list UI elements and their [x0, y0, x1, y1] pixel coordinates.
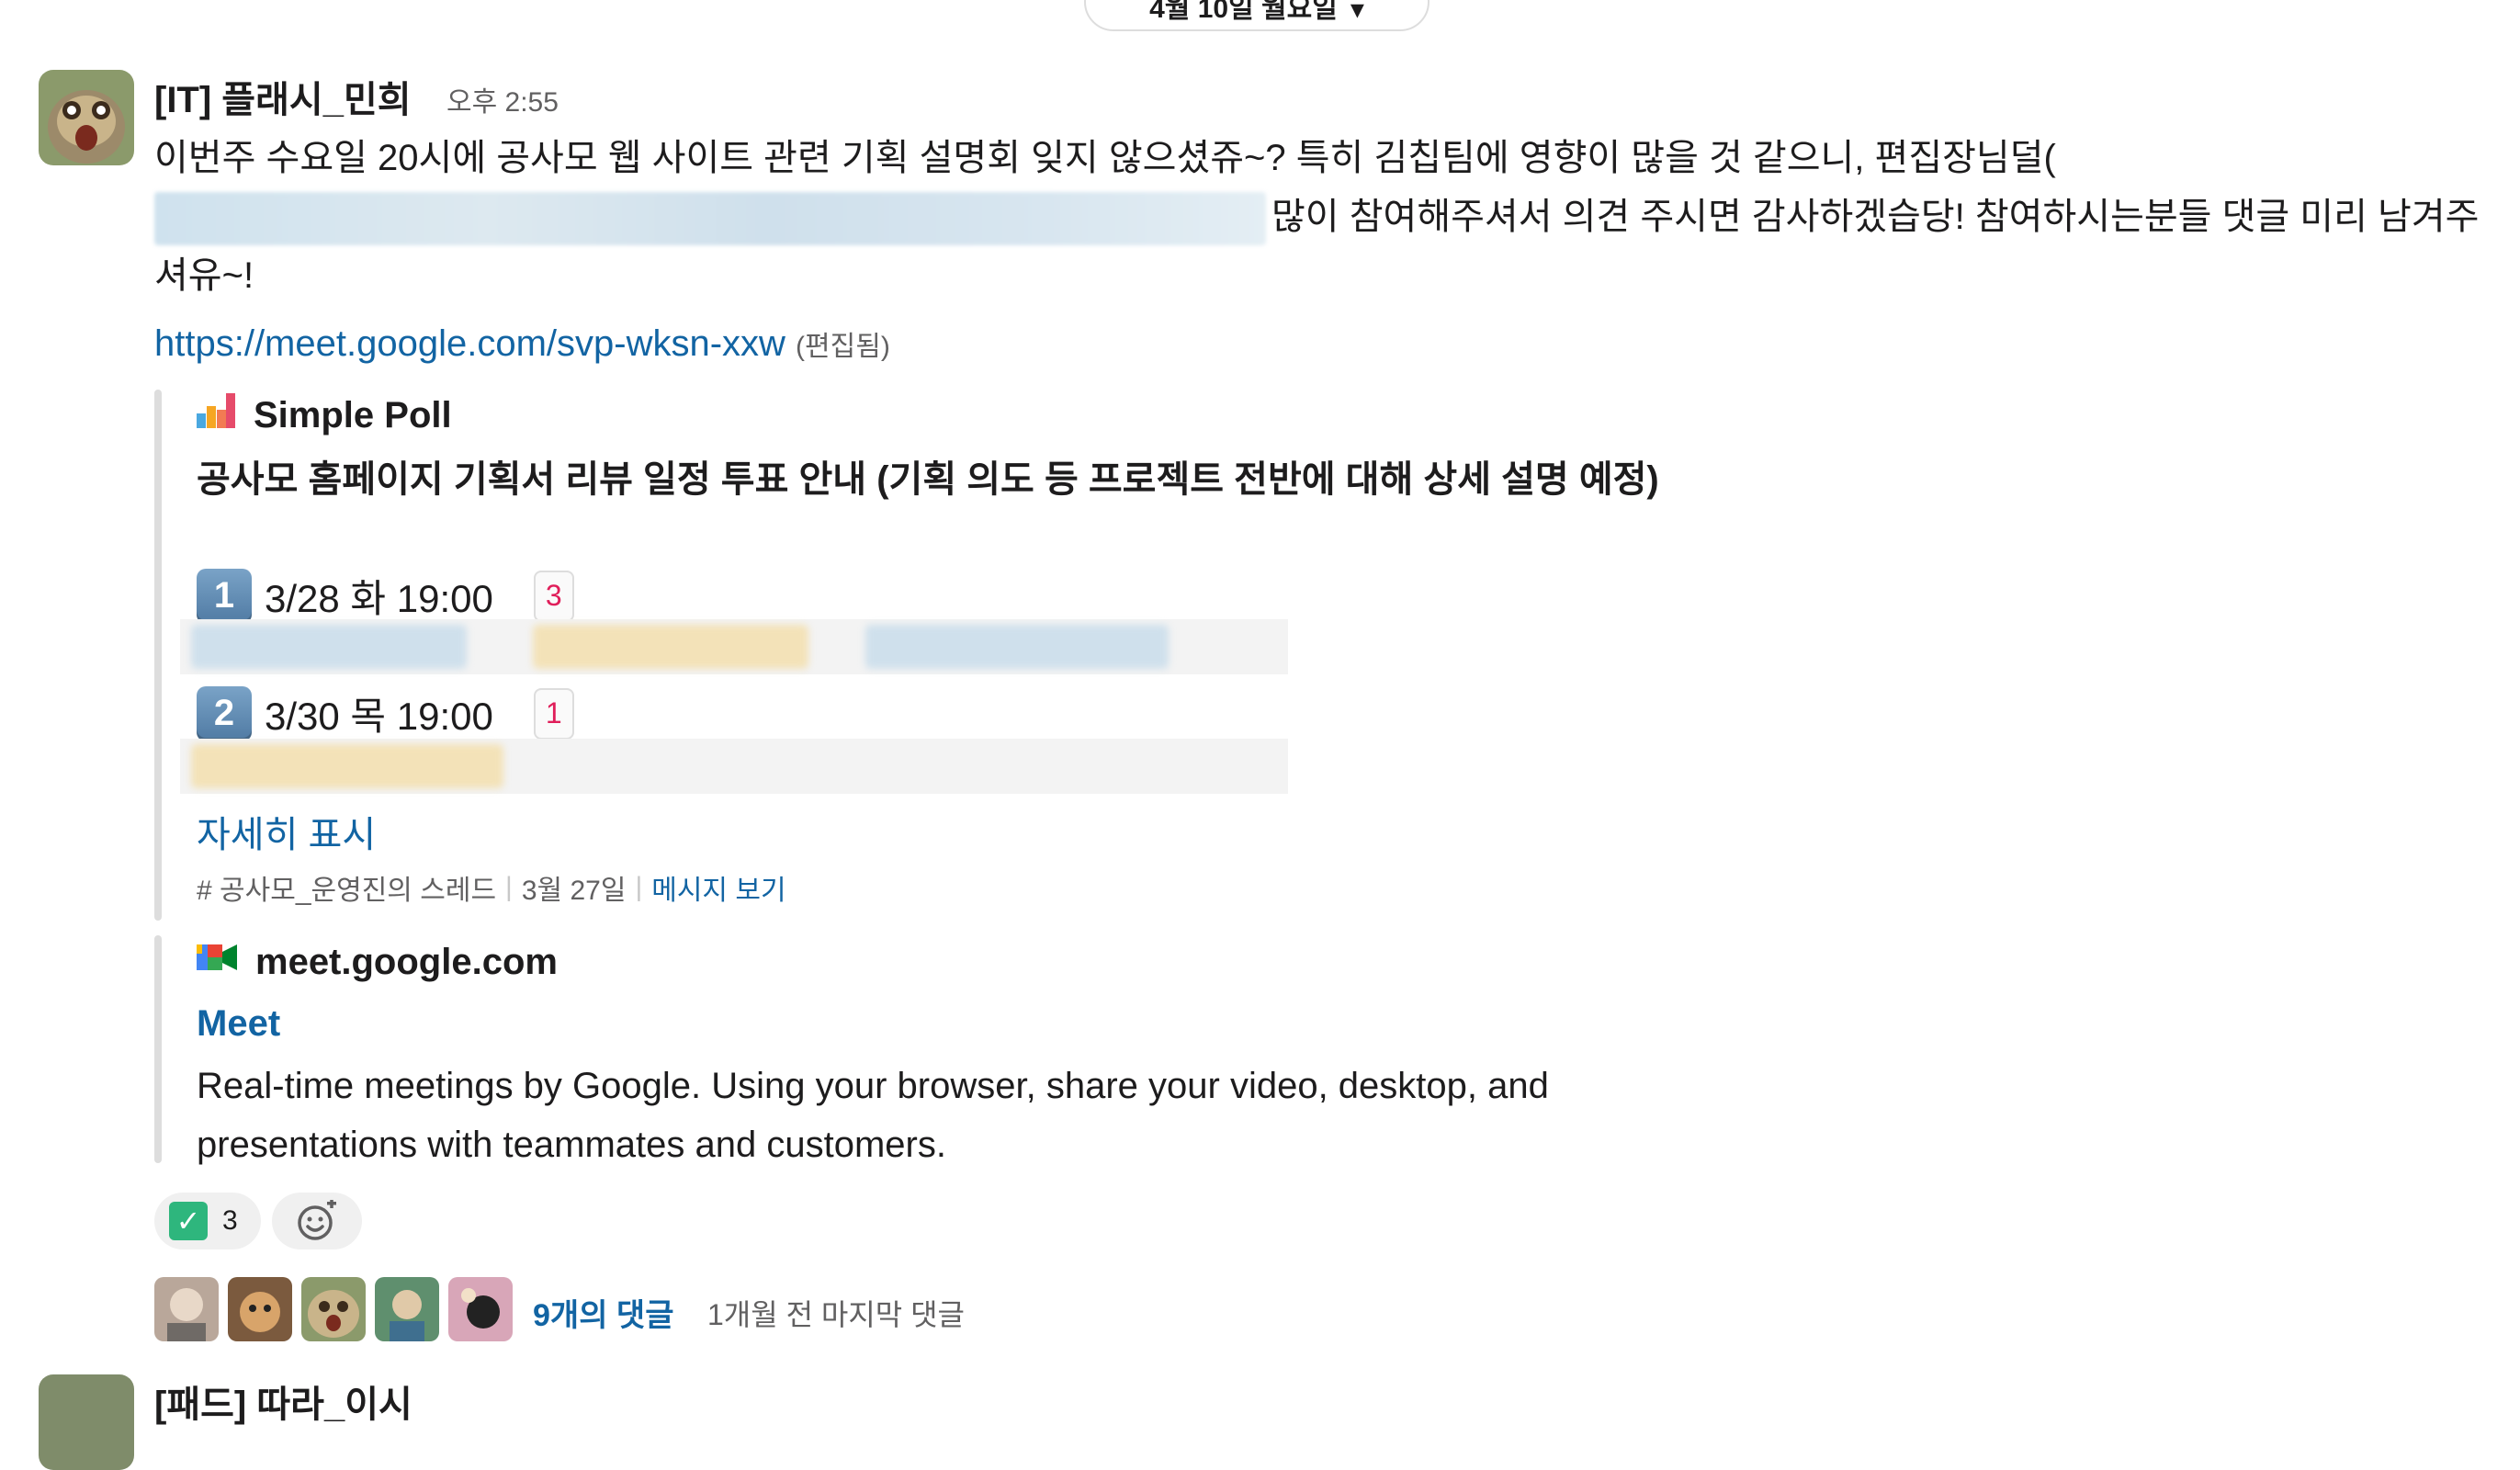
- reply-count-link[interactable]: 9개의 댓글: [533, 1290, 673, 1335]
- attachment-bar: [154, 390, 162, 921]
- blurred-voter: [191, 625, 467, 669]
- view-message-link[interactable]: 메시지 보기: [651, 867, 785, 908]
- date-divider-label: 4월 10일 월요일: [1149, 0, 1338, 24]
- blurred-voter: [191, 744, 503, 788]
- next-message-sender[interactable]: [패드] 따라_이시: [154, 1374, 412, 1428]
- meet-domain: meet.google.com: [255, 941, 558, 982]
- sender-name[interactable]: [IT] 플래시_민희: [154, 70, 412, 123]
- blurred-mentions: [154, 192, 1266, 246]
- poll-app-name[interactable]: Simple Poll: [254, 395, 452, 436]
- blurred-voter: [865, 625, 1169, 669]
- last-reply-time: 1개월 전 마지막 댓글: [707, 1298, 965, 1331]
- reply-avatar[interactable]: [154, 1277, 219, 1341]
- reply-avatar[interactable]: [448, 1277, 513, 1341]
- poll-date: 3월 27일: [521, 876, 627, 906]
- chevron-down-icon: ▾: [1350, 0, 1364, 25]
- show-more-link[interactable]: 자세히 표시: [197, 805, 376, 858]
- next-message-avatar[interactable]: [39, 1374, 134, 1470]
- reply-avatar[interactable]: [301, 1277, 366, 1341]
- meet-link-line: https://meet.google.com/svp-wksn-xxw (편집…: [154, 323, 890, 365]
- google-meet-icon: [197, 941, 237, 983]
- poll-app-icon: [197, 393, 235, 437]
- poll-option-label: 3/30 목 19:00: [265, 695, 493, 738]
- reply-avatar[interactable]: [228, 1277, 292, 1341]
- keycap-1-icon: 1: [197, 568, 252, 624]
- add-emoji-icon: [298, 1200, 336, 1240]
- poll-header: Simple Poll: [197, 393, 452, 437]
- divider: |: [635, 872, 643, 902]
- vote-count-badge: 1: [533, 687, 574, 740]
- message-text-line1: 이번주 수요일 20시에 공사모 웹 사이트 관련 기획 설명회 잊지 않으셨쥬…: [154, 138, 2056, 178]
- reply-avatar[interactable]: [375, 1277, 439, 1341]
- reaction-check[interactable]: ✓ 3: [154, 1193, 261, 1250]
- edited-label: (편집됨): [796, 332, 890, 362]
- attachment-bar: [154, 935, 162, 1163]
- meet-description: Real-time meetings by Google. Using your…: [197, 1066, 1549, 1165]
- meet-preview-header: meet.google.com: [197, 941, 558, 983]
- vote-count-badge: 3: [533, 570, 574, 622]
- meet-title-link[interactable]: Meet: [197, 1003, 280, 1045]
- check-mark-icon: ✓: [169, 1202, 208, 1240]
- channel-link[interactable]: # 공사모_운영진의 스레드: [197, 867, 496, 908]
- poll-option-1[interactable]: 1 3/28 화 19:00 3: [197, 568, 574, 624]
- divider: |: [505, 872, 513, 902]
- poll-option-label: 3/28 화 19:00: [265, 577, 493, 620]
- message-text: 이번주 수요일 20시에 공사모 웹 사이트 관련 기획 설명회 잊지 않으셨쥬…: [154, 129, 2506, 305]
- blurred-voter: [533, 625, 808, 669]
- keycap-2-icon: 2: [197, 685, 252, 741]
- poll-option-2[interactable]: 2 3/30 목 19:00 1: [197, 685, 574, 741]
- voter-list-2: [180, 739, 1288, 794]
- date-divider-button[interactable]: 4월 10일 월요일 ▾: [1084, 0, 1430, 31]
- reaction-count: 3: [222, 1205, 238, 1236]
- avatar[interactable]: [39, 70, 134, 165]
- meet-link[interactable]: https://meet.google.com/svp-wksn-xxw: [154, 323, 785, 364]
- poll-footer: # 공사모_운영진의 스레드 | 3월 27일 | 메시지 보기: [197, 867, 786, 908]
- add-reaction-button[interactable]: [272, 1193, 362, 1250]
- voter-list-1: [180, 619, 1288, 674]
- poll-title: 공사모 홈페이지 기획서 리뷰 일정 투표 안내 (기획 의도 등 프로젝트 전…: [197, 459, 1659, 500]
- message-timestamp[interactable]: 오후 2:55: [446, 79, 559, 119]
